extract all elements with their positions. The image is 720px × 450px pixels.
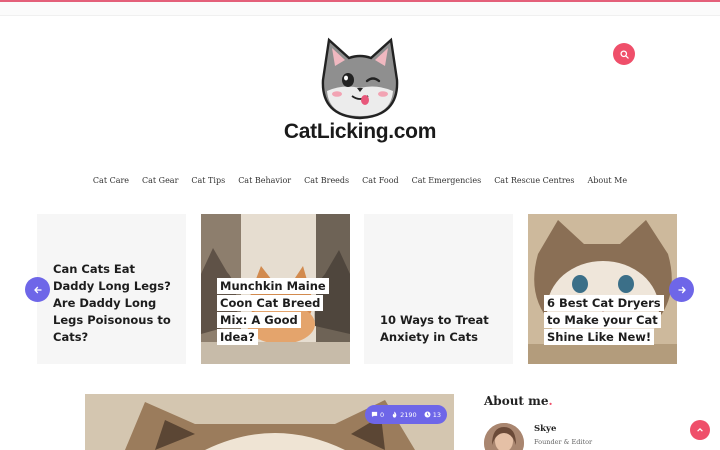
back-to-top-button[interactable] xyxy=(690,420,710,440)
arrow-right-icon xyxy=(678,286,686,293)
slider-prev-button[interactable] xyxy=(25,277,50,302)
search-button[interactable] xyxy=(613,43,635,65)
flame-icon xyxy=(392,411,397,418)
slider-next-button[interactable] xyxy=(669,277,694,302)
arrow-left-icon xyxy=(33,286,41,293)
slider-card-title: 6 Best Cat Dryers to Make your Cat Shine… xyxy=(544,295,666,346)
slider-card[interactable]: Can Cats Eat Daddy Long Legs? Are Daddy … xyxy=(37,214,186,364)
search-icon xyxy=(619,49,629,59)
arrow-up-icon xyxy=(697,427,703,432)
author-role: Founder & Editor xyxy=(534,438,593,446)
slider-card-title: Can Cats Eat Daddy Long Legs? Are Daddy … xyxy=(53,262,171,344)
cat-logo-icon xyxy=(321,37,399,120)
featured-posts-slider: Can Cats Eat Daddy Long Legs? Are Daddy … xyxy=(37,214,677,364)
author-photo xyxy=(484,423,524,450)
site-logo[interactable]: CatLicking.com xyxy=(280,36,440,148)
nav-item-cat-tips[interactable]: Cat Tips xyxy=(191,176,225,185)
main-navigation: Cat Care Cat Gear Cat Tips Cat Behavior … xyxy=(0,176,720,185)
nav-item-about-me[interactable]: About Me xyxy=(588,176,628,185)
about-heading-dot: . xyxy=(548,394,553,408)
views-stat: 2190 xyxy=(391,411,417,419)
clock-icon xyxy=(424,411,431,418)
slider-card[interactable]: 10 Ways to Treat Anxiety in Cats xyxy=(364,214,513,364)
author-name[interactable]: Skye xyxy=(534,424,556,434)
post-stats-badge: 0 2190 13 xyxy=(365,405,447,424)
about-me-heading: About me. xyxy=(484,394,553,408)
read-time-stat: 13 xyxy=(424,411,441,419)
nav-item-cat-food[interactable]: Cat Food xyxy=(362,176,399,185)
top-bar xyxy=(0,2,720,16)
nav-item-cat-emergencies[interactable]: Cat Emergencies xyxy=(412,176,482,185)
slider-card[interactable]: 6 Best Cat Dryers to Make your Cat Shine… xyxy=(528,214,677,364)
site-logo-text: CatLicking.com xyxy=(283,120,437,143)
nav-item-cat-breeds[interactable]: Cat Breeds xyxy=(304,176,349,185)
nav-item-cat-gear[interactable]: Cat Gear xyxy=(142,176,178,185)
comment-icon xyxy=(371,411,378,418)
avatar[interactable] xyxy=(484,423,524,450)
slider-card[interactable]: Munchkin Maine Coon Cat Breed Mix: A Goo… xyxy=(201,214,350,364)
nav-item-cat-care[interactable]: Cat Care xyxy=(93,176,129,185)
slider-card-title: Munchkin Maine Coon Cat Breed Mix: A Goo… xyxy=(217,278,339,346)
comments-stat: 0 xyxy=(371,411,384,419)
nav-item-cat-behavior[interactable]: Cat Behavior xyxy=(238,176,291,185)
nav-item-cat-rescue-centres[interactable]: Cat Rescue Centres xyxy=(494,176,574,185)
slider-card-title: 10 Ways to Treat Anxiety in Cats xyxy=(380,313,489,344)
